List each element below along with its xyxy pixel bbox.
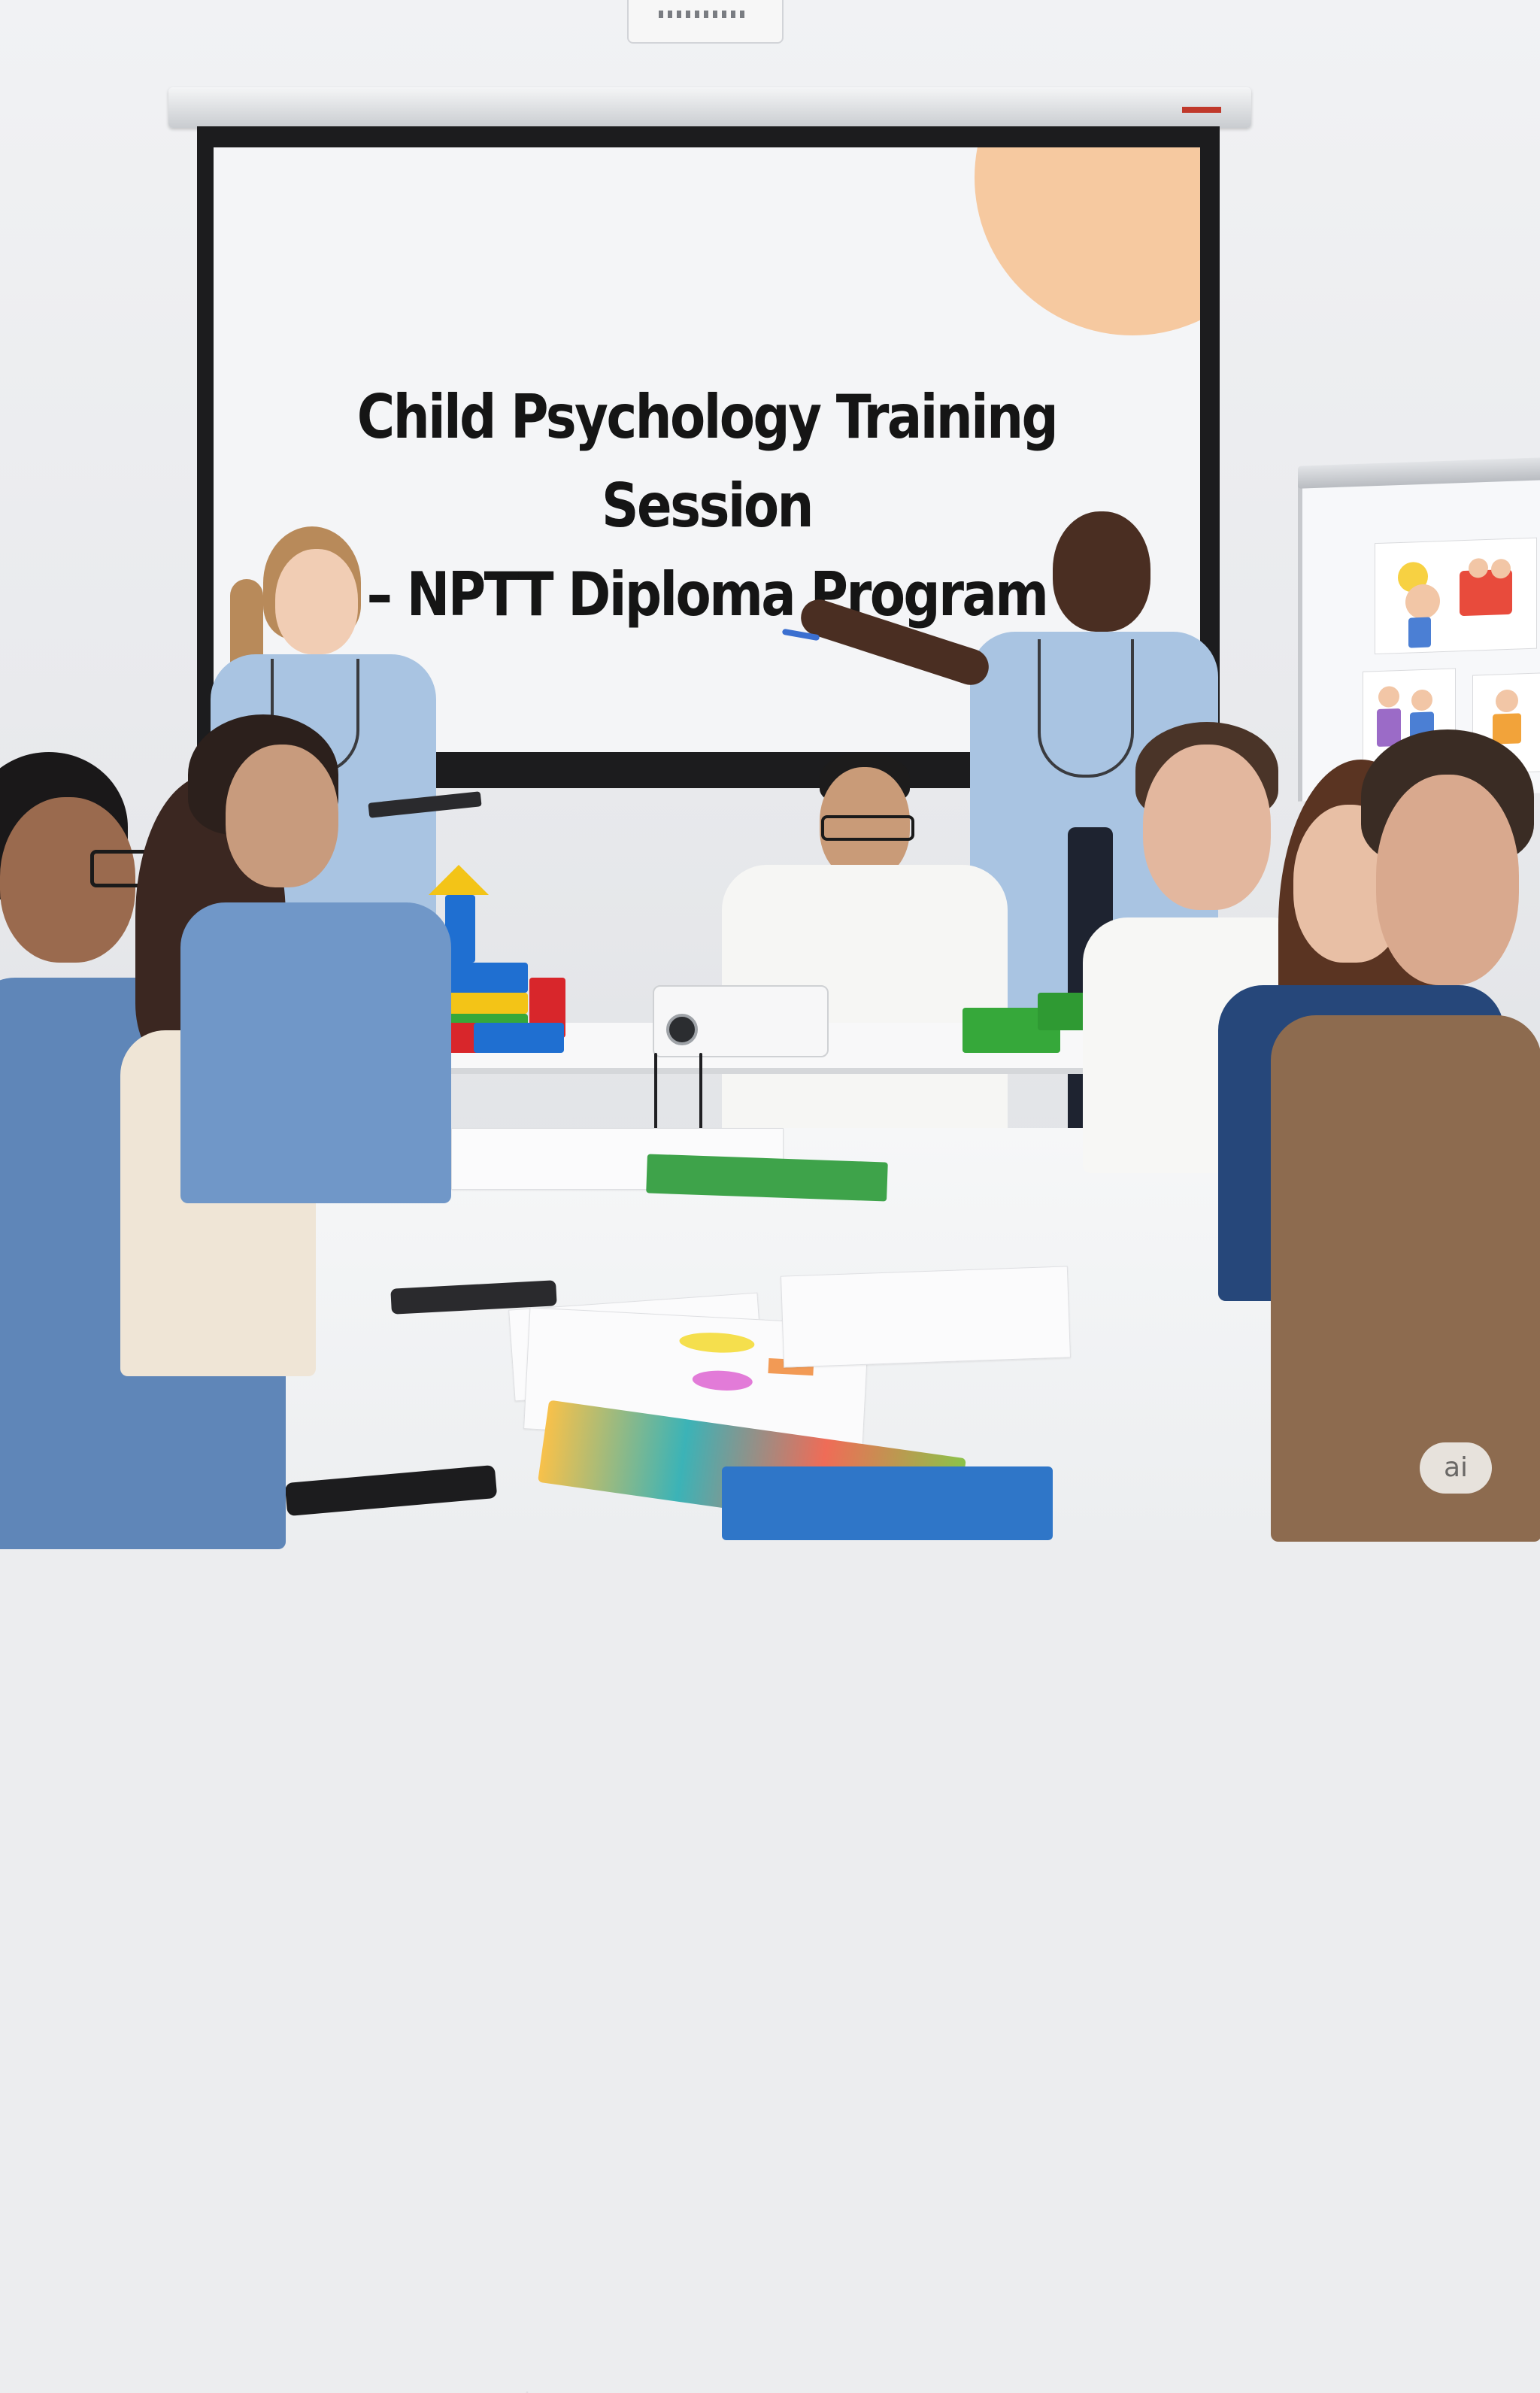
trainee-right-front <box>1271 729 1540 1542</box>
glasses-icon <box>821 815 914 841</box>
screen-housing <box>168 87 1251 128</box>
child-drawing-family <box>1375 537 1537 655</box>
slide-accent-circle <box>975 147 1200 335</box>
trainee-left-man <box>180 714 451 1203</box>
blue-notebook <box>722 1466 1053 1540</box>
worksheet <box>780 1266 1072 1368</box>
ceiling-projector <box>627 0 784 44</box>
table-projector <box>653 985 829 1057</box>
green-notebook <box>646 1154 888 1202</box>
ai-watermark-badge: ai <box>1420 1442 1492 1494</box>
